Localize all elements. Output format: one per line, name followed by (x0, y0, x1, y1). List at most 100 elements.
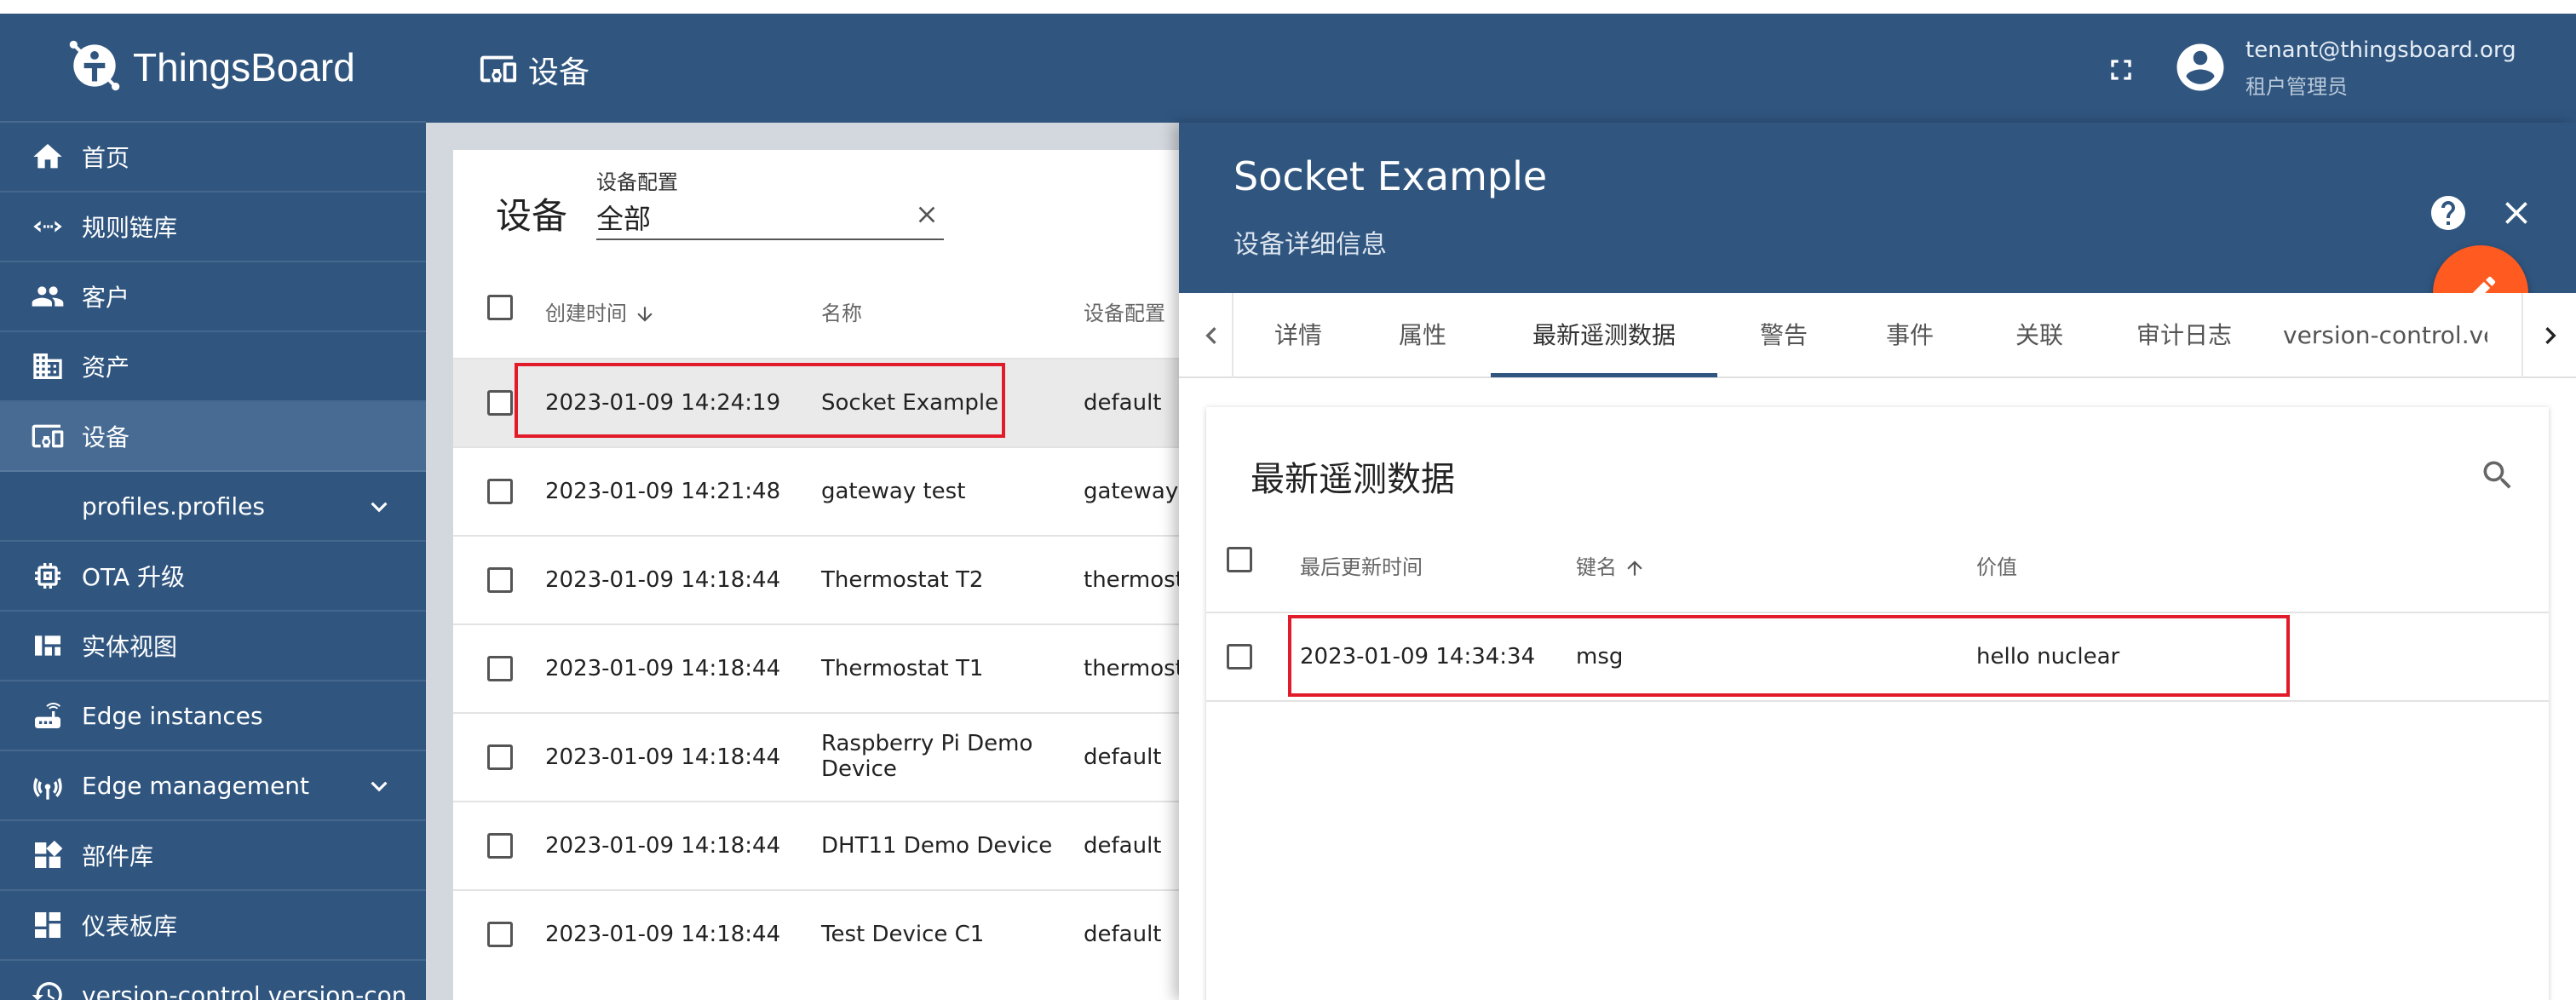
router-icon (31, 698, 65, 733)
tab-details[interactable]: 详情 (1256, 293, 1341, 378)
building-icon (31, 349, 65, 383)
sidebar-item-profiles[interactable]: profiles.profiles (0, 472, 426, 542)
cell-created: 2023-01-09 14:18:44 (545, 744, 781, 770)
history-icon (31, 978, 65, 1000)
details-header: Socket Example 设备详细信息 (1179, 123, 2576, 293)
column-header-key[interactable]: 键名 (1576, 550, 1646, 580)
cell-created: 2023-01-09 14:18:44 (545, 833, 781, 859)
sidebar-item-home[interactable]: 首页 (0, 123, 426, 193)
app-root: ThingsBoard 首页 规则链库 客户 资产 设备 profiles.pr… (0, 0, 2576, 1000)
dashboard-icon (31, 908, 65, 942)
sidebar-item-label: profiles.profiles (82, 491, 265, 520)
chevron-down-icon[interactable] (363, 770, 395, 802)
tab-divider (2521, 293, 2523, 378)
sidebar-item-customers[interactable]: 客户 (0, 262, 426, 332)
top-strip (0, 0, 2576, 14)
sidebar-item-label: 资产 (82, 353, 130, 382)
cell-created: 2023-01-09 14:21:48 (545, 479, 781, 504)
view-quilt-icon (31, 629, 65, 663)
profile-filter-input[interactable]: 全部 (596, 198, 651, 237)
sidebar-item-dashboards[interactable]: 仪表板库 (0, 891, 426, 961)
sidebar-item-label: 部件库 (82, 842, 154, 871)
tab-attributes[interactable]: 属性 (1380, 293, 1465, 378)
account-circle-icon[interactable] (2172, 39, 2228, 95)
arrow-down-icon (634, 303, 656, 325)
code-arrows-icon (31, 210, 65, 244)
column-header-last-update[interactable]: 最后更新时间 (1300, 550, 1423, 580)
cell-name: DHT11 Demo Device (821, 833, 1053, 859)
select-all-checkbox[interactable] (1227, 547, 1252, 572)
tab-audit-log[interactable]: 审计日志 (2116, 293, 2252, 378)
highlight-box-device-row (515, 363, 1005, 438)
row-checkbox[interactable] (487, 479, 513, 504)
row-checkbox[interactable] (487, 833, 513, 859)
cell-name: Test Device C1 (821, 922, 985, 947)
chevron-right-icon[interactable] (2533, 319, 2567, 353)
sidebar-item-ota[interactable]: OTA 升级 (0, 542, 426, 612)
sidebar-item-label: Edge instances (82, 701, 263, 730)
cell-name: Thermostat T1 (821, 656, 984, 681)
user-email[interactable]: tenant@thingsboard.org (2245, 37, 2516, 63)
highlight-box-telemetry-row (1288, 615, 2290, 697)
logo[interactable]: ThingsBoard (0, 14, 426, 123)
tab-latest-telemetry[interactable]: 最新遥测数据 (1491, 293, 1717, 378)
home-icon (31, 140, 65, 174)
column-header-created[interactable]: 创建时间 (545, 296, 656, 326)
cell-profile: gateway (1084, 479, 1179, 504)
chip-icon (31, 559, 65, 593)
sidebar-item-widgets[interactable]: 部件库 (0, 821, 426, 891)
help-icon[interactable] (2428, 193, 2469, 233)
search-icon[interactable] (2479, 457, 2516, 494)
sidebar-item-rule-chains[interactable]: 规则链库 (0, 193, 426, 262)
sidebar-item-devices[interactable]: 设备 (0, 402, 426, 472)
close-icon[interactable] (2498, 194, 2535, 232)
sidebar-item-assets[interactable]: 资产 (0, 332, 426, 402)
fullscreen-icon[interactable] (2104, 53, 2138, 87)
column-header-profile[interactable]: 设备配置 (1084, 296, 1165, 326)
app-name: ThingsBoard (133, 45, 355, 89)
details-title: Socket Example (1233, 153, 1548, 199)
tab-alarms[interactable]: 警告 (1741, 293, 1826, 378)
sidebar-item-edge-management[interactable]: Edge management (0, 751, 426, 821)
sidebar-item-label: OTA 升级 (82, 563, 186, 591)
cell-created: 2023-01-09 14:18:44 (545, 567, 781, 593)
cell-profile: default (1084, 922, 1162, 947)
row-checkbox[interactable] (487, 390, 513, 416)
device-details-panel: Socket Example 设备详细信息 详情 属性 最新遥测数据 警告 事件… (1179, 123, 2576, 1000)
sidebar-item-label: 客户 (82, 284, 130, 312)
row-checkbox[interactable] (1227, 644, 1252, 670)
sidebar-item-edge-instances[interactable]: Edge instances (0, 681, 426, 751)
devices-icon (31, 419, 65, 453)
row-checkbox[interactable] (487, 656, 513, 681)
sidebar-item-label: 首页 (82, 144, 130, 172)
sidebar-item-label: Edge management (82, 771, 309, 800)
sidebar-item-label: 仪表板库 (82, 912, 178, 940)
sidebar-item-label: 设备 (82, 423, 130, 451)
clear-icon[interactable] (913, 201, 940, 228)
antenna-icon (31, 768, 65, 802)
arrow-up-icon (1624, 557, 1646, 579)
tab-relations[interactable]: 关联 (1997, 293, 2082, 378)
widgets-icon (31, 838, 65, 872)
cell-name: gateway test (821, 479, 966, 504)
row-checkbox[interactable] (487, 744, 513, 770)
tab-events[interactable]: 事件 (1867, 293, 1952, 378)
filter-underline (596, 239, 944, 240)
column-header-label: 创建时间 (545, 302, 627, 325)
select-all-checkbox[interactable] (487, 295, 513, 320)
cell-profile: default (1084, 833, 1162, 859)
cell-profile: default (1084, 744, 1162, 770)
tab-divider (1232, 293, 1233, 378)
column-header-value[interactable]: 价值 (1976, 550, 2017, 580)
sidebar-item-entity-views[interactable]: 实体视图 (0, 612, 426, 681)
table-title: 设备 (496, 195, 568, 237)
chevron-down-icon[interactable] (363, 491, 395, 523)
tab-version-control[interactable]: version-control.ver (2283, 293, 2487, 378)
row-checkbox[interactable] (487, 922, 513, 947)
thingsboard-logo-icon (63, 34, 126, 101)
top-toolbar: 设备 tenant@thingsboard.org 租户管理员 (426, 14, 2576, 123)
row-checkbox[interactable] (487, 567, 513, 593)
sidebar-item-version-control[interactable]: version-control.version-con (0, 961, 426, 1000)
column-header-name[interactable]: 名称 (821, 296, 862, 326)
chevron-left-icon[interactable] (1194, 319, 1228, 353)
